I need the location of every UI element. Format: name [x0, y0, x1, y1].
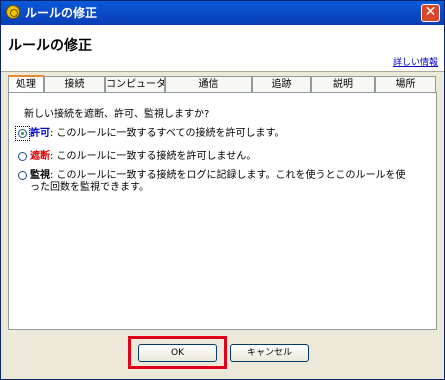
page-title: ルールの修正	[8, 38, 92, 54]
block-keyword: 遮断	[30, 151, 50, 162]
tab-action[interactable]: 処理	[8, 75, 44, 93]
tab-location[interactable]: 場所	[375, 76, 436, 92]
tab-description[interactable]: 説明	[311, 76, 375, 92]
tab-computer[interactable]: コンピュータ	[105, 76, 165, 92]
ok-button-highlight	[128, 336, 227, 369]
tab-connection[interactable]: 接続	[44, 76, 105, 92]
allow-description: : このルールに一致するすべての接続を許可します。	[50, 128, 285, 139]
tab-strip: 処理 接続 コンピュータ 通信 追跡 説明 場所	[8, 75, 436, 93]
dialog-header: ルールの修正 詳しい情報	[1, 25, 444, 72]
window-title: ルールの修正	[25, 6, 98, 20]
close-icon: ✕	[424, 4, 437, 20]
tab-communication[interactable]: 通信	[165, 76, 252, 92]
rule-edit-window: ルールの修正 ✕ ルールの修正 詳しい情報 処理 接続 コンピュータ 通信 追跡…	[0, 0, 445, 380]
cancel-button[interactable]: キャンセル	[230, 344, 309, 362]
monitor-keyword: 監視	[30, 170, 50, 181]
detail-info-link[interactable]: 詳しい情報	[393, 55, 438, 68]
block-description: : このルールに一致する接続を許可しません。	[50, 151, 257, 162]
app-icon	[6, 5, 20, 19]
allow-radio[interactable]	[18, 129, 27, 138]
title-bar[interactable]: ルールの修正 ✕	[1, 1, 444, 25]
block-radio[interactable]	[18, 152, 27, 161]
monitor-description: : このルールに一致する接続をログに記録します。これを使うとこのルールを使った回…	[30, 170, 406, 193]
tab-tracking[interactable]: 追跡	[252, 76, 311, 92]
action-tab-panel: 新しい接続を遮断、許可、監視しますか? 許可: このルールに一致するすべての接続…	[8, 92, 437, 330]
close-button[interactable]: ✕	[421, 4, 440, 22]
action-question: 新しい接続を遮断、許可、監視しますか?	[24, 109, 210, 120]
allow-keyword: 許可	[30, 128, 50, 139]
monitor-radio[interactable]	[18, 171, 27, 180]
